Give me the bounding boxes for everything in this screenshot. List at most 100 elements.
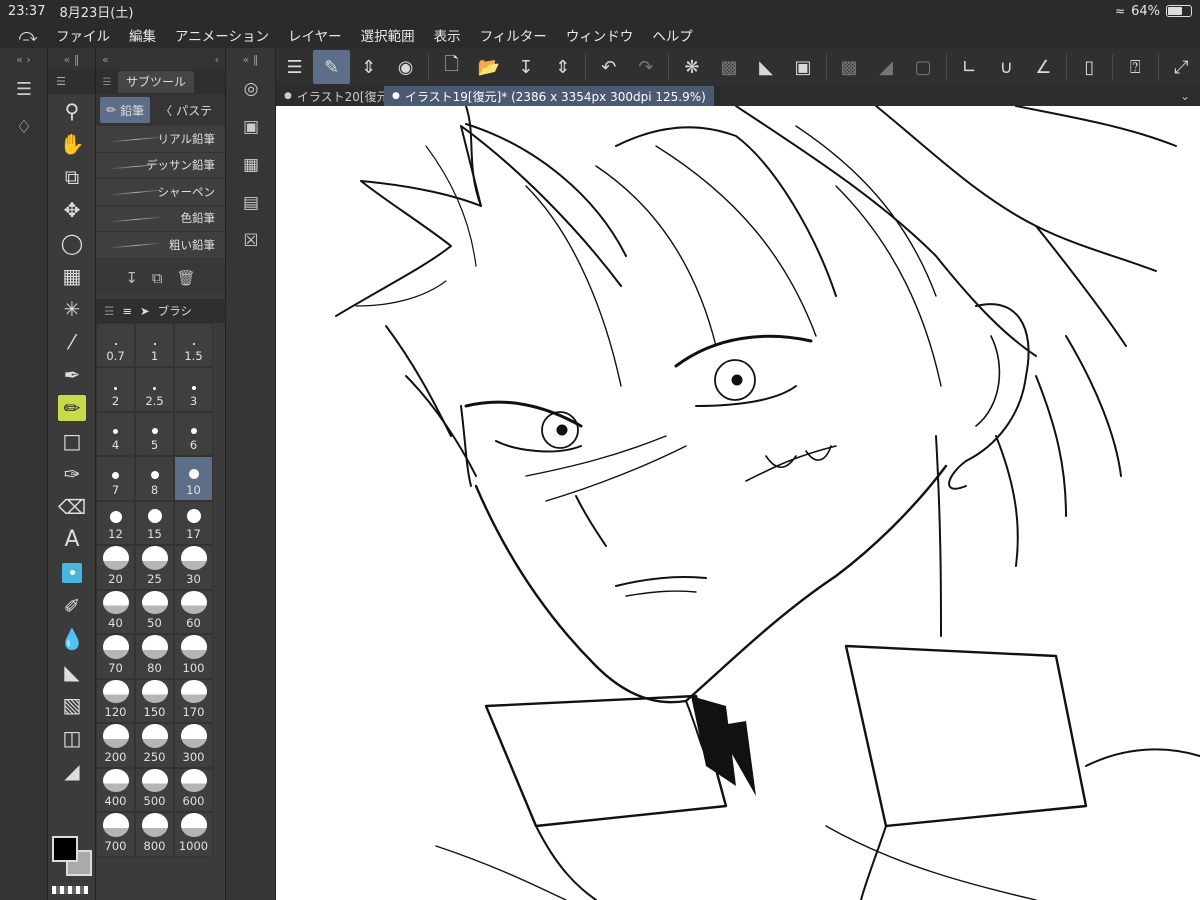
- menu-help[interactable]: ヘルプ: [652, 25, 693, 45]
- brush-size-cell[interactable]: 500: [135, 767, 174, 812]
- fill-gray-icon[interactable]: ◢: [868, 50, 905, 84]
- menu-file[interactable]: ファイル: [56, 25, 110, 45]
- collapse-arrows[interactable]: « ›: [0, 48, 47, 70]
- menu-layer[interactable]: レイヤー: [288, 25, 342, 45]
- brush-size-cell[interactable]: 1: [135, 322, 174, 367]
- color-swatch[interactable]: [52, 836, 94, 880]
- pen-icon[interactable]: ✒: [48, 358, 96, 391]
- loading-icon[interactable]: ❋: [673, 50, 710, 84]
- line-snap-icon[interactable]: ∠: [1025, 50, 1062, 84]
- lasso-icon[interactable]: ◯: [48, 226, 96, 259]
- object-icon[interactable]: ⧉: [48, 160, 96, 193]
- brush-size-cell[interactable]: 4: [96, 411, 135, 456]
- brush-size-cell[interactable]: 70: [96, 634, 135, 679]
- brush-size-cell[interactable]: 40: [96, 589, 135, 634]
- brush-snap-icon[interactable]: ∪: [988, 50, 1025, 84]
- decoration-icon[interactable]: [48, 556, 96, 589]
- tool-palette-grip[interactable]: ☰: [48, 70, 95, 94]
- clear-icon[interactable]: ▩: [831, 50, 868, 84]
- move-icon[interactable]: ✥: [48, 193, 96, 226]
- zoom-icon[interactable]: ⚲: [48, 94, 96, 127]
- doc-tab-illust-19[interactable]: ● イラスト19[復元]* (2386 x 3354px 300dpi 125.9…: [384, 86, 714, 106]
- brush-size-cell[interactable]: 3: [174, 367, 213, 412]
- eraser-icon[interactable]: ⌫: [48, 490, 96, 523]
- brush-size-cell[interactable]: 0.7: [96, 322, 135, 367]
- trash-icon[interactable]: 🗑: [177, 269, 196, 287]
- chevron-down-icon[interactable]: ⌄: [1180, 89, 1200, 103]
- brush-size-cell[interactable]: 80: [135, 634, 174, 679]
- new-file-icon[interactable]: 🗋: [433, 50, 470, 84]
- brush-size-cell[interactable]: 10: [174, 456, 213, 501]
- brush-size-cell[interactable]: 300: [174, 723, 213, 768]
- ruler-snap-icon[interactable]: ∟: [951, 50, 988, 84]
- brush-size-cell[interactable]: 8: [135, 456, 174, 501]
- drawing-canvas[interactable]: [276, 106, 1200, 900]
- open-icon[interactable]: 📂: [470, 50, 507, 84]
- brush-size-cell[interactable]: 7: [96, 456, 135, 501]
- brush-size-cell[interactable]: 20: [96, 545, 135, 590]
- brush-size-cell[interactable]: 200: [96, 723, 135, 768]
- text-icon[interactable]: A: [48, 523, 96, 556]
- gradient-icon[interactable]: ▧: [48, 688, 96, 721]
- layers-icon[interactable]: ☰: [0, 70, 48, 108]
- brush-size-cell[interactable]: 5: [135, 411, 174, 456]
- menu-window[interactable]: ウィンドウ: [566, 25, 634, 45]
- water-drop-icon[interactable]: 💧: [48, 622, 96, 655]
- navigator-icon[interactable]: ◎: [226, 70, 276, 108]
- brush-size-cell[interactable]: 120: [96, 678, 135, 723]
- transparent-color[interactable]: [52, 886, 88, 894]
- tool-property-icon[interactable]: ☒: [226, 222, 276, 260]
- brush-tab-icon[interactable]: ➤: [140, 304, 150, 318]
- layer-property-icon[interactable]: ♢: [0, 108, 48, 146]
- crop-icon[interactable]: ▣: [785, 50, 822, 84]
- brush-size-cell[interactable]: 1.5: [174, 322, 213, 367]
- clip-studio-logo-icon[interactable]: ⤼: [0, 25, 56, 46]
- menu-filter[interactable]: フィルター: [480, 25, 547, 45]
- brush-size-cell[interactable]: 25: [135, 545, 174, 590]
- expand-icon[interactable]: ⤢: [1163, 50, 1200, 84]
- brush-size-cell[interactable]: 800: [135, 812, 174, 857]
- eyedropper-icon[interactable]: ⁄: [48, 325, 96, 358]
- phone-icon[interactable]: ▯: [1071, 50, 1108, 84]
- blend-icon[interactable]: ✐: [48, 589, 96, 622]
- brush-size-cell[interactable]: 100: [174, 634, 213, 679]
- frame-icon[interactable]: ◫: [48, 721, 96, 754]
- menu-icon[interactable]: ☰: [276, 50, 313, 84]
- brush-size-cell[interactable]: 2: [96, 367, 135, 412]
- timeline-icon[interactable]: ▤: [226, 184, 276, 222]
- brush-item[interactable]: 色鉛筆: [96, 206, 225, 232]
- brush-size-cell[interactable]: 50: [135, 589, 174, 634]
- menu-view[interactable]: 表示: [434, 25, 461, 45]
- panel-grip-icon[interactable]: ☰: [96, 77, 118, 88]
- subtool-tab-pencil[interactable]: ✏ 鉛筆: [100, 97, 151, 123]
- rectangle-icon[interactable]: □: [48, 424, 96, 457]
- fill-bucket-icon[interactable]: ◣: [747, 50, 784, 84]
- magic-wand-icon[interactable]: ✳: [48, 292, 96, 325]
- brush-item[interactable]: シャーペン: [96, 179, 225, 206]
- save-icon[interactable]: ↧: [507, 50, 544, 84]
- brush-size-cell[interactable]: 400: [96, 767, 135, 812]
- brush-size-cell[interactable]: 1000: [174, 812, 213, 857]
- deselect-icon[interactable]: ▢: [905, 50, 942, 84]
- menu-animation[interactable]: アニメーション: [175, 25, 269, 45]
- fill-icon[interactable]: ◣: [48, 655, 96, 688]
- menu-edit[interactable]: 編集: [129, 25, 156, 45]
- brush-item[interactable]: デッサン鉛筆: [96, 153, 225, 179]
- brush-item[interactable]: 粗い鉛筆: [96, 232, 225, 259]
- ruler-icon[interactable]: ◢: [48, 754, 96, 787]
- color-set-icon[interactable]: ▦: [226, 146, 276, 184]
- brush-size-cell[interactable]: 17: [174, 500, 213, 545]
- subtool-tab-pastel[interactable]: 〈 パステ: [154, 97, 218, 123]
- brush-size-cell[interactable]: 2.5: [135, 367, 174, 412]
- brush-size-title[interactable]: ブラシ: [158, 303, 192, 319]
- brush-size-cell[interactable]: 15: [135, 500, 174, 545]
- subtool-title[interactable]: サブツール: [118, 71, 195, 93]
- menu-selection[interactable]: 選択範囲: [361, 25, 415, 45]
- transform-icon[interactable]: ▩: [710, 50, 747, 84]
- brush-size-cell[interactable]: 250: [135, 723, 174, 768]
- brush-size-cell[interactable]: 700: [96, 812, 135, 857]
- help-icon[interactable]: ⍰: [1117, 50, 1154, 84]
- brush-size-cell[interactable]: 30: [174, 545, 213, 590]
- subtool-collapse-arrows[interactable]: «‹: [96, 48, 225, 70]
- clip-studio-icon[interactable]: ◉: [387, 50, 424, 84]
